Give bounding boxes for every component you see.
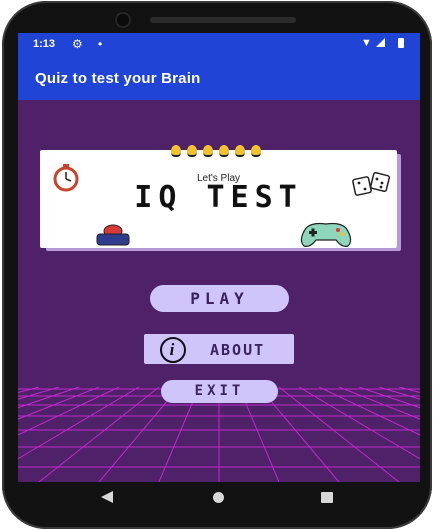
signal-icon [376, 38, 385, 47]
about-label: ABOUT [210, 341, 266, 359]
recents-icon[interactable] [321, 492, 333, 503]
light-bulbs [169, 145, 269, 157]
back-icon[interactable] [101, 491, 113, 503]
battery-icon [398, 38, 404, 48]
app-title: Quiz to test your Brain [35, 70, 201, 87]
home-icon[interactable] [213, 492, 224, 503]
status-bar: 1:13 ⚙ • ▼ [18, 33, 420, 56]
front-camera [117, 14, 129, 26]
gamepad-icon [300, 222, 352, 247]
banner-title: IQ TEST [134, 180, 303, 215]
gear-icon: ⚙ [72, 37, 83, 51]
app-screen: 1:13 ⚙ • ▼ Quiz to test your Brain Let's… [18, 33, 420, 482]
iq-test-banner: Let's Play IQ TEST [40, 145, 397, 248]
notification-dot-icon: • [98, 37, 103, 51]
about-button[interactable]: i ABOUT [144, 334, 294, 364]
dice-icon [352, 172, 391, 196]
info-icon: i [160, 337, 186, 363]
buzzer-icon [96, 224, 130, 246]
earpiece-speaker [150, 17, 296, 23]
play-button[interactable]: PLAY [150, 285, 289, 312]
wifi-icon: ▼ [361, 37, 372, 49]
status-time: 1:13 [33, 38, 56, 50]
exit-button[interactable]: EXIT [161, 380, 278, 403]
app-bar: Quiz to test your Brain [18, 56, 420, 100]
system-nav-bar [18, 482, 420, 514]
